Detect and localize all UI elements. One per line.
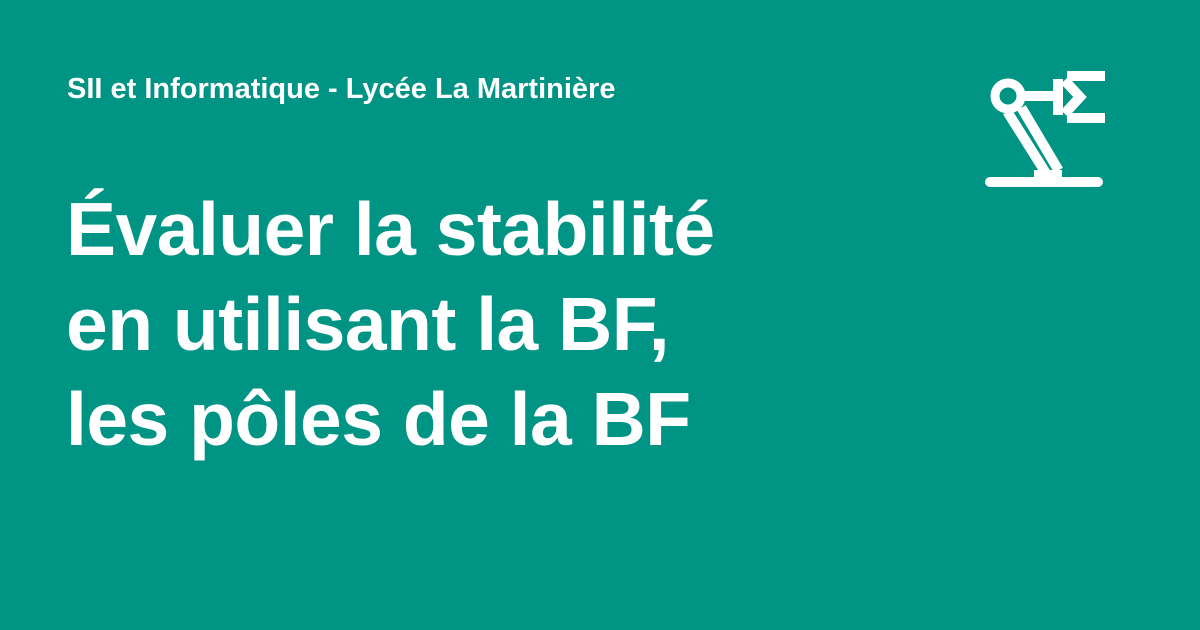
page-title: Évaluer la stabilité en utilisant la BF,…: [66, 182, 966, 467]
social-card: SII et Informatique - Lycée La Martinièr…: [0, 0, 1200, 630]
page-title-line: en utilisant la BF,: [66, 282, 670, 366]
site-name: SII et Informatique - Lycée La Martinièr…: [67, 73, 616, 105]
page-title-line: les pôles de la BF: [66, 377, 691, 461]
page-title-line: Évaluer la stabilité: [66, 187, 715, 271]
robot-arm-icon: [985, 71, 1105, 187]
